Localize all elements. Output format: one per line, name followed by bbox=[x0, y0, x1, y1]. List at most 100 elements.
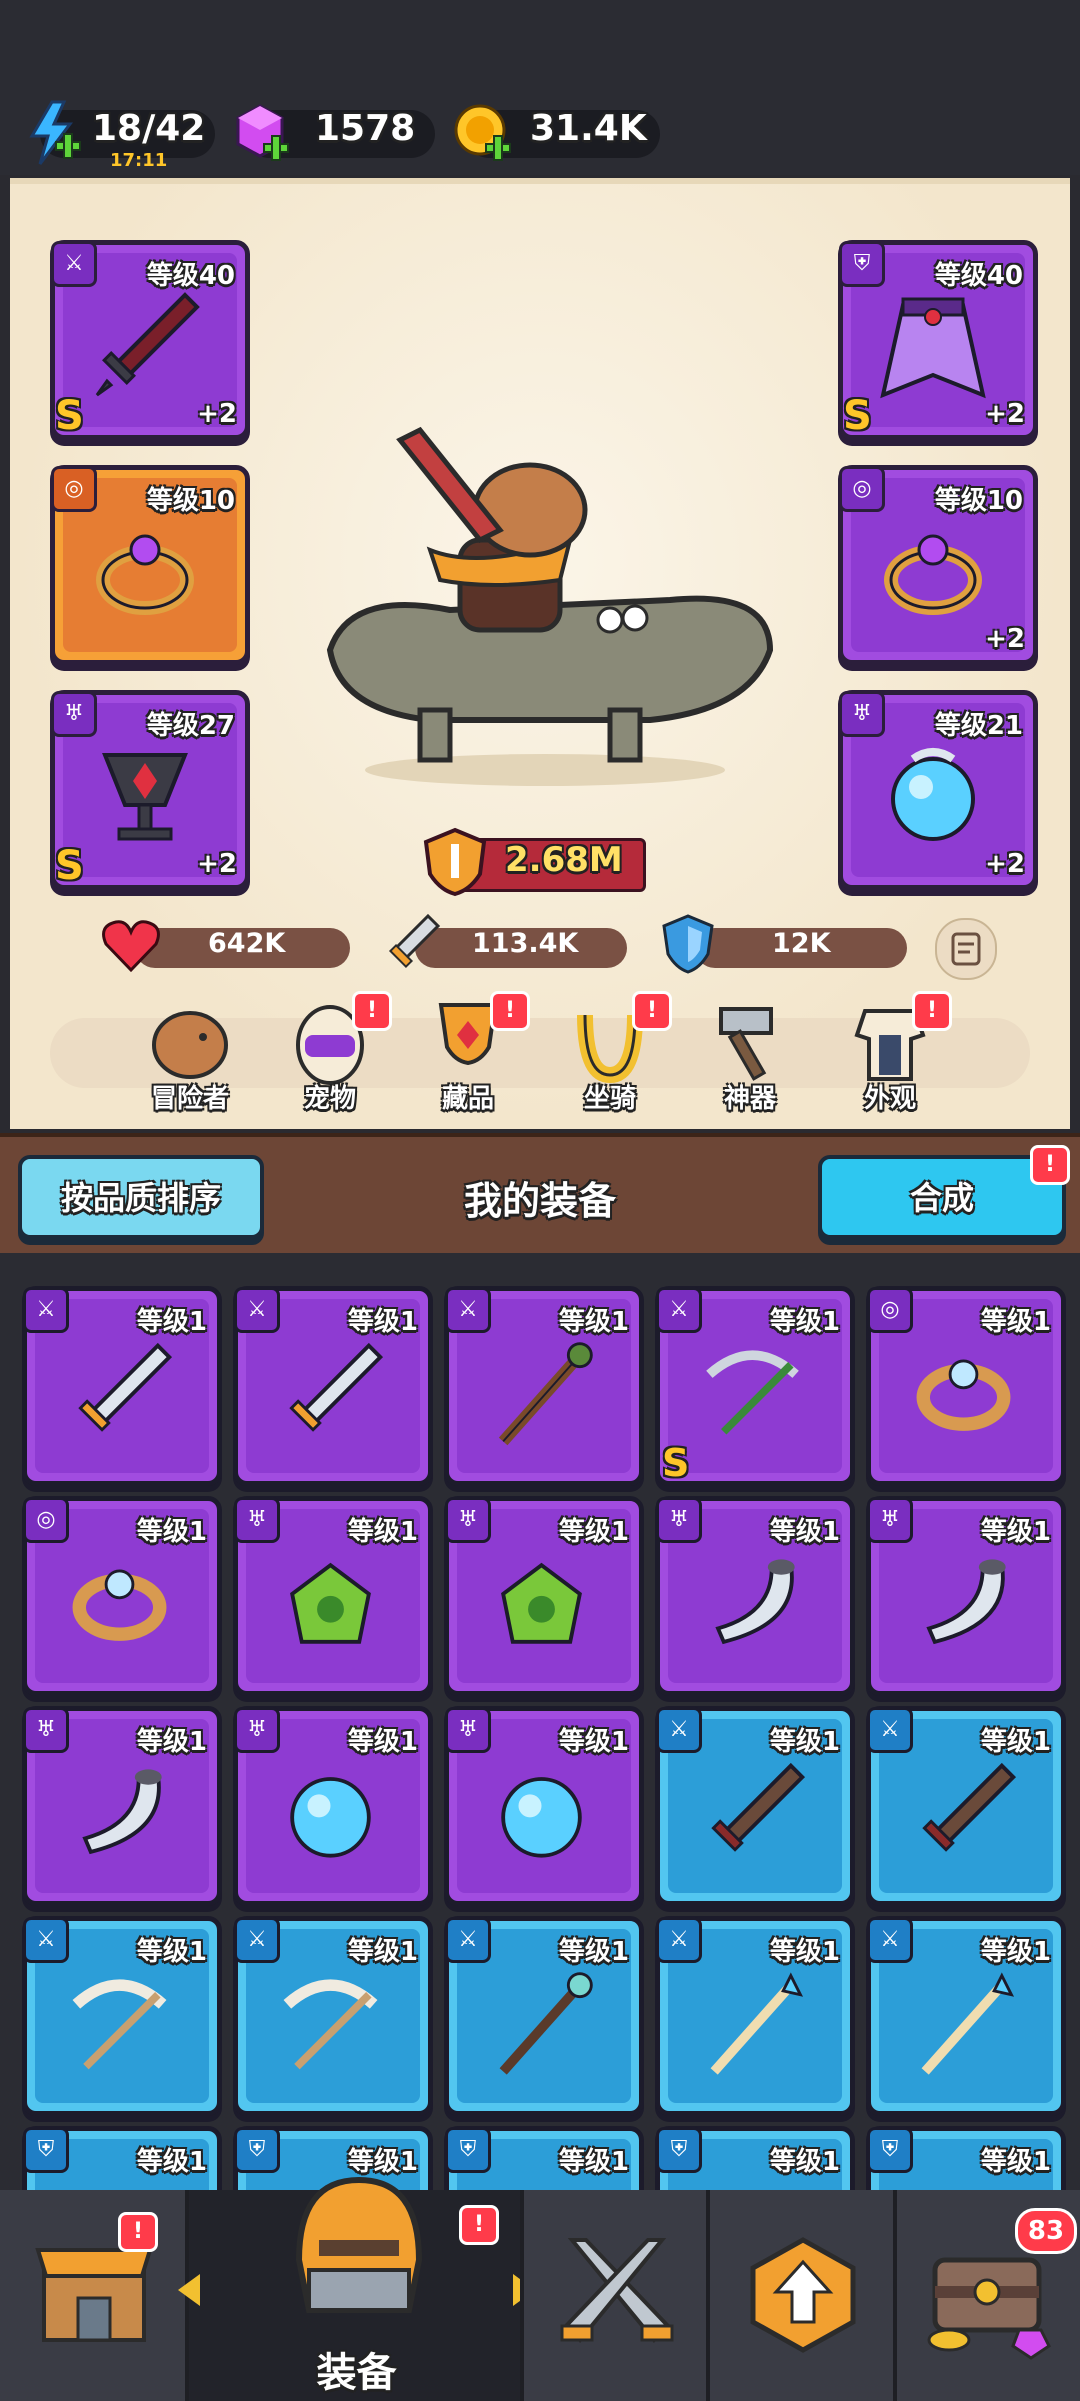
merge-button-label: 合成 bbox=[909, 1179, 974, 1217]
inventory-item[interactable]: ⚔ 等级1 bbox=[22, 1916, 222, 2116]
necklace-type-icon: ♅ bbox=[445, 1497, 491, 1543]
resource-bar: 18/42 17:11 1578 31.4K bbox=[0, 0, 1080, 175]
energy-timer: 17:11 bbox=[110, 150, 168, 171]
crossed-swords-icon bbox=[560, 2238, 674, 2343]
item-level: 等级1 bbox=[136, 2147, 207, 2177]
menu-artifact[interactable]: 神器 bbox=[690, 995, 810, 1115]
wooden-sword-icon bbox=[922, 1762, 1017, 1852]
item-level: 等级1 bbox=[769, 1937, 840, 1967]
ring-icon bbox=[884, 534, 982, 615]
nav-upgrade[interactable] bbox=[706, 2190, 897, 2401]
inventory-item[interactable]: ⚔ 等级1 S bbox=[655, 1286, 855, 1486]
ring-slot-2[interactable]: ◎ 等级10 +2 bbox=[838, 465, 1038, 665]
inventory-item[interactable]: ⚔ 等级1 bbox=[655, 1706, 855, 1906]
orb-icon bbox=[501, 1777, 582, 1858]
hammer-icon bbox=[719, 1007, 773, 1081]
item-level: 等级1 bbox=[136, 1727, 207, 1757]
inventory-item[interactable]: ◎ 等级1 bbox=[22, 1496, 222, 1696]
inventory-item[interactable]: ⛨ 等级1 bbox=[444, 2126, 644, 2193]
inventory-item[interactable]: ♅ 等级1 bbox=[444, 1496, 644, 1696]
necklace-type-icon: ♅ bbox=[445, 1707, 491, 1753]
list-icon bbox=[951, 932, 981, 966]
inventory-item[interactable]: ♅ 等级1 bbox=[233, 1496, 433, 1696]
amulet-icon bbox=[501, 1562, 582, 1644]
horn-icon bbox=[715, 1559, 795, 1645]
bone-bow-icon bbox=[72, 1979, 167, 2070]
nav-battle[interactable] bbox=[520, 2190, 710, 2401]
orb-icon bbox=[290, 1777, 371, 1858]
nav-equipment[interactable]: 装备 ! bbox=[178, 2176, 535, 2401]
menu-pet[interactable]: 宠物 ! bbox=[270, 991, 392, 1115]
inventory-item[interactable]: ⚔ 等级1 bbox=[22, 1286, 222, 1486]
necklace-slot[interactable]: ♅ 等级27 +2 S bbox=[50, 690, 250, 890]
item-level: 等级1 bbox=[558, 2147, 629, 2177]
necklace-type-icon: ♅ bbox=[839, 691, 885, 737]
menu-label: 神器 bbox=[723, 1084, 776, 1114]
necklace-type-icon: ♅ bbox=[234, 1497, 280, 1543]
sword-icon bbox=[78, 1342, 173, 1432]
sword-type-icon: ⚔ bbox=[656, 1917, 702, 1963]
energy-value: 18/42 bbox=[92, 108, 206, 149]
item-level: 等级1 bbox=[347, 1517, 418, 1547]
inventory-item[interactable]: ♅ 等级1 bbox=[233, 1706, 433, 1906]
amulet-icon bbox=[290, 1562, 371, 1644]
inventory-item[interactable]: ♅ 等级1 bbox=[866, 1496, 1066, 1696]
inventory-item[interactable]: ⚔ 等级1 bbox=[866, 1916, 1066, 2116]
power-shield-icon bbox=[423, 827, 487, 897]
inventory-item[interactable]: ♅ 等级1 bbox=[655, 1496, 855, 1696]
armor-slot[interactable]: ⛨ 等级40 +2 S bbox=[838, 240, 1038, 440]
necklace-slot-2[interactable]: ♅ 等级21 +2 bbox=[838, 690, 1038, 890]
item-level: 等级1 bbox=[136, 1937, 207, 1967]
sword-icon bbox=[388, 913, 441, 969]
armor-type-icon: ⛨ bbox=[656, 2127, 702, 2173]
inventory-item[interactable]: ⚔ 等级1 bbox=[233, 1916, 433, 2116]
inventory-item[interactable]: ♅ 等级1 bbox=[444, 1706, 644, 1906]
notification-badge: ! bbox=[1030, 1145, 1070, 1185]
grade-badge: S bbox=[55, 393, 84, 439]
menu-mount[interactable]: 坐骑 ! bbox=[550, 991, 672, 1115]
ring-type-icon: ◎ bbox=[867, 1287, 913, 1333]
ring-type-icon: ◎ bbox=[51, 466, 97, 512]
sword-type-icon: ⚔ bbox=[51, 241, 97, 287]
armor-type-icon: ⛨ bbox=[23, 2127, 69, 2173]
sword-type-icon: ⚔ bbox=[867, 1707, 913, 1753]
inventory-item[interactable]: ♅ 等级1 bbox=[22, 1706, 222, 1906]
item-level: 等级1 bbox=[558, 1517, 629, 1547]
notification-badge: ! bbox=[490, 991, 530, 1031]
notification-badge: ! bbox=[632, 991, 672, 1031]
nav-chest[interactable]: 83 bbox=[893, 2190, 1080, 2401]
inventory-item[interactable]: ⚔ 等级1 bbox=[655, 1916, 855, 2116]
spear-icon bbox=[921, 1972, 1015, 2075]
capybara-icon bbox=[152, 1011, 228, 1079]
item-level: 等级1 bbox=[347, 1937, 418, 1967]
necklace-type-icon: ♅ bbox=[656, 1497, 702, 1543]
hero-character bbox=[326, 426, 774, 786]
necklace-type-icon: ♅ bbox=[234, 1707, 280, 1753]
menu-appearance[interactable]: 外观 ! bbox=[830, 991, 952, 1115]
menu-collection[interactable]: 藏品 ! bbox=[408, 991, 530, 1115]
inventory-item[interactable]: ⛨ 等级1 bbox=[866, 2126, 1066, 2193]
ring-slot[interactable]: ◎ 等级10 bbox=[50, 465, 250, 665]
nav-shop[interactable]: ! bbox=[0, 2190, 185, 2401]
inventory-item[interactable]: ⚔ 等级1 bbox=[444, 1916, 644, 2116]
chevron-left-icon[interactable] bbox=[174, 2270, 204, 2310]
weapon-slot[interactable]: ⚔ 等级40 +2 S bbox=[50, 240, 250, 440]
inventory-item[interactable]: ⛨ 等级1 bbox=[22, 2126, 222, 2193]
merge-button[interactable]: 合成 bbox=[818, 1155, 1066, 1239]
menu-label: 坐骑 bbox=[583, 1084, 636, 1114]
stats-detail-button[interactable] bbox=[935, 918, 997, 980]
inventory-item[interactable]: ⚔ 等级1 bbox=[866, 1706, 1066, 1906]
notification-badge: ! bbox=[459, 2205, 499, 2245]
menu-adventurer[interactable]: 冒险者 bbox=[130, 995, 250, 1115]
inventory-item[interactable]: ⛨ 等级1 bbox=[655, 2126, 855, 2193]
sword-icon bbox=[289, 1342, 384, 1432]
inventory-item[interactable]: ◎ 等级1 bbox=[866, 1286, 1066, 1486]
inventory-item[interactable]: ⚔ 等级1 bbox=[444, 1286, 644, 1486]
necklace-type-icon: ♅ bbox=[51, 691, 97, 737]
slot-plus: +2 bbox=[985, 849, 1025, 879]
sword-type-icon: ⚔ bbox=[445, 1287, 491, 1333]
inventory-item[interactable]: ⚔ 等级1 bbox=[233, 1286, 433, 1486]
sword-type-icon: ⚔ bbox=[234, 1287, 280, 1333]
item-level: 等级1 bbox=[980, 1517, 1051, 1547]
armor-type-icon: ⛨ bbox=[234, 2127, 280, 2173]
